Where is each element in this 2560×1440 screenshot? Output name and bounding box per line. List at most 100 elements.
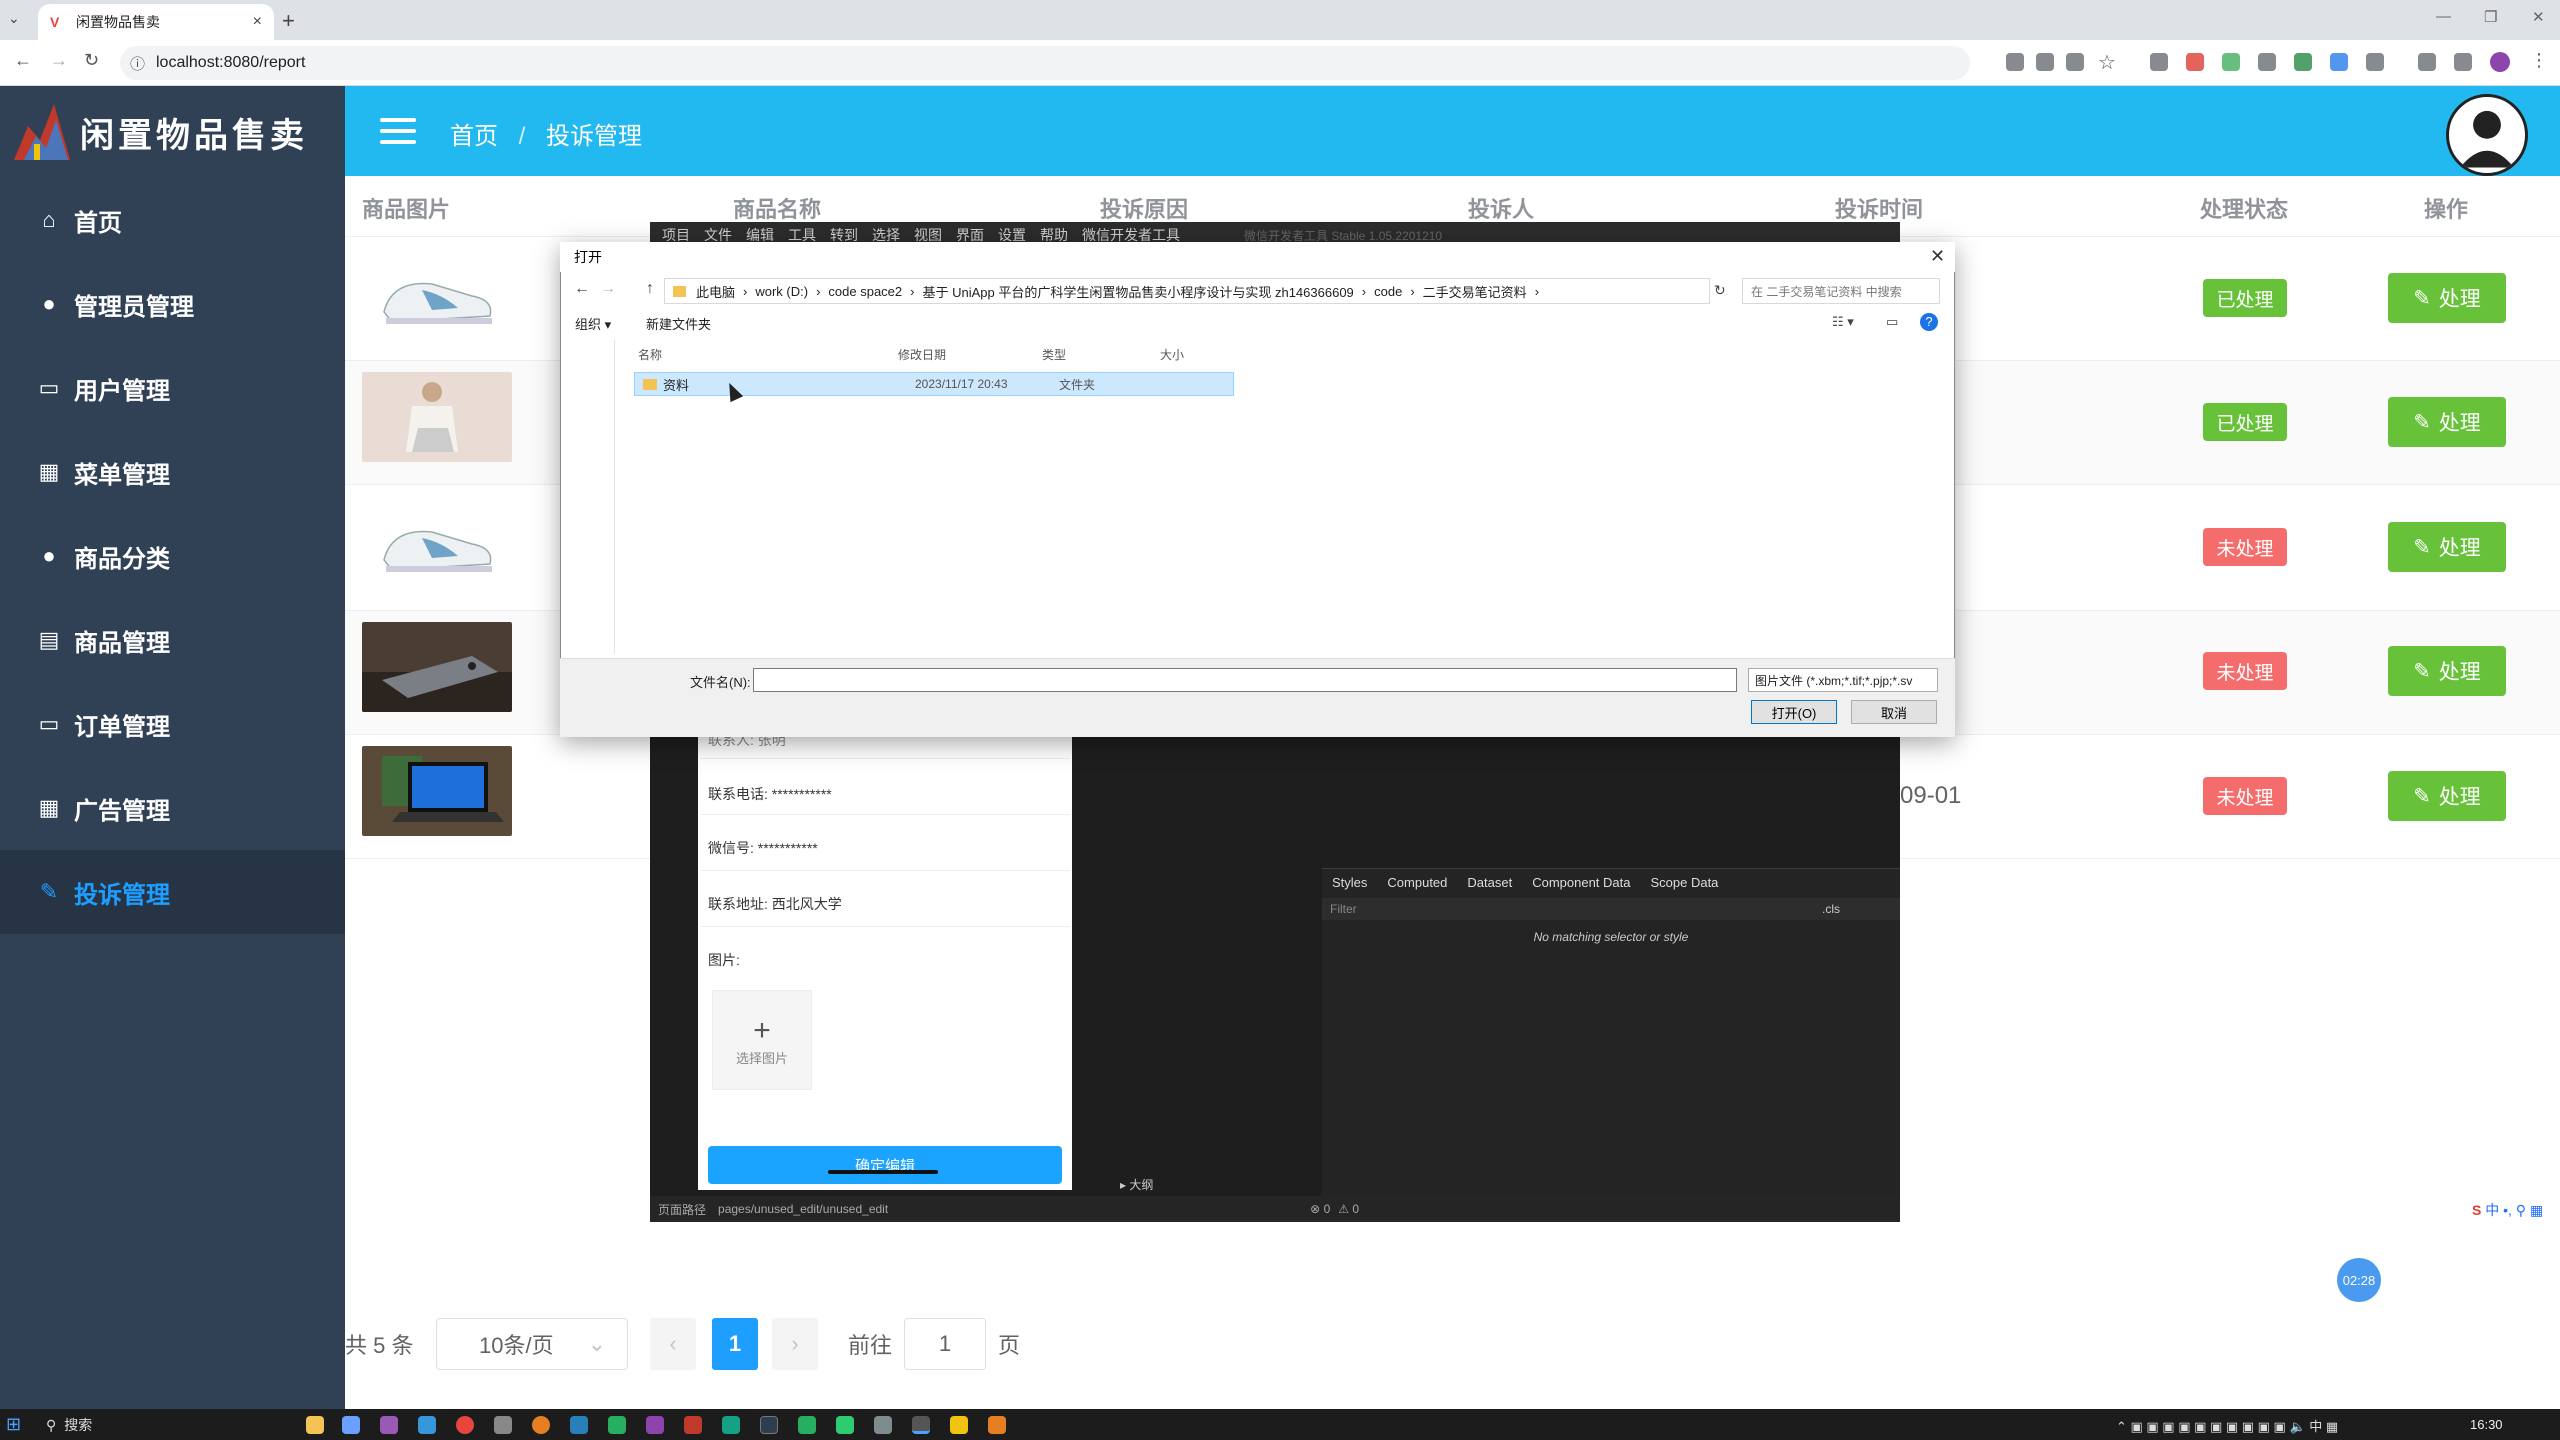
- tab-computed[interactable]: Computed: [1387, 875, 1447, 890]
- tab-styles[interactable]: Styles: [1332, 875, 1367, 890]
- help-icon[interactable]: ?: [1920, 313, 1938, 331]
- path-segment[interactable]: 基于 UniApp 平台的广科学生闲置物品售卖小程序设计与实现 zh146366…: [923, 282, 1354, 301]
- browser-menu-icon[interactable]: ⋮: [2530, 50, 2548, 71]
- cls-toggle[interactable]: .cls: [1822, 902, 1840, 916]
- col-header-name[interactable]: 名称: [638, 346, 662, 363]
- sidebar-item-categories[interactable]: ● 商品分类: [0, 514, 345, 598]
- app-icon[interactable]: [494, 1416, 512, 1434]
- page-number-current[interactable]: 1: [712, 1318, 758, 1370]
- pick-image-button[interactable]: + 选择图片: [712, 990, 812, 1090]
- sidebar-item-home[interactable]: ⌂ 首页: [0, 178, 345, 262]
- address-bar[interactable]: localhost:8080/report: [120, 46, 1970, 80]
- site-info-icon[interactable]: ⓘ: [130, 53, 145, 74]
- page-size-select[interactable]: 10条/页 ⌄: [436, 1318, 628, 1370]
- dialog-close-icon[interactable]: ✕: [1930, 246, 1945, 267]
- back-icon[interactable]: ←: [14, 50, 32, 71]
- app-icon[interactable]: [342, 1416, 360, 1434]
- translate-icon[interactable]: [2036, 53, 2054, 71]
- dialog-search-input[interactable]: 在 二手交易笔记资料 中搜索: [1742, 278, 1940, 304]
- styles-filter-input[interactable]: Filter .cls: [1322, 898, 1900, 920]
- open-button[interactable]: 打开(O): [1751, 700, 1837, 724]
- extension-icon[interactable]: [2186, 53, 2204, 71]
- handle-button[interactable]: ✎ 处理: [2388, 771, 2506, 821]
- path-segment[interactable]: 此电脑: [696, 282, 735, 301]
- app-icon[interactable]: [798, 1416, 816, 1434]
- app-icon[interactable]: [836, 1416, 854, 1434]
- extension-icon[interactable]: [2258, 53, 2276, 71]
- file-explorer-icon[interactable]: [306, 1416, 324, 1434]
- app-icon[interactable]: [874, 1416, 892, 1434]
- system-tray[interactable]: ⌃ ▣ ▣ ▣ ▣ ▣ ▣ ▣ ▣ ▣ ▣ 🔈 中 ▦: [2116, 1416, 2338, 1435]
- refresh-icon[interactable]: ↻: [1714, 282, 1726, 299]
- window-close-icon[interactable]: ✕: [2532, 8, 2545, 26]
- app-icon[interactable]: [760, 1416, 778, 1434]
- app-icon[interactable]: [380, 1416, 398, 1434]
- zoom-icon[interactable]: [2066, 53, 2084, 71]
- handle-button[interactable]: ✎ 处理: [2388, 646, 2506, 696]
- forward-icon[interactable]: →: [600, 280, 616, 298]
- sidebar-item-products[interactable]: ▤ 商品管理: [0, 598, 345, 682]
- up-icon[interactable]: ↑: [646, 280, 654, 298]
- path-segment[interactable]: code space2: [828, 284, 902, 299]
- app-icon[interactable]: [570, 1416, 588, 1434]
- path-segment[interactable]: 二手交易笔记资料: [1423, 282, 1527, 301]
- password-icon[interactable]: [2006, 53, 2024, 71]
- sidebar-item-ads[interactable]: ▦ 广告管理: [0, 766, 345, 850]
- view-options-icon[interactable]: ☷ ▾: [1832, 314, 1854, 330]
- timer-badge[interactable]: 02:28: [2337, 1258, 2381, 1302]
- ime-toolbar[interactable]: S 中 •, ⚲ ▦: [2472, 1200, 2543, 1220]
- tab-close-icon[interactable]: ×: [253, 13, 262, 31]
- app-icon[interactable]: [722, 1416, 740, 1434]
- app-icon[interactable]: [950, 1416, 968, 1434]
- back-icon[interactable]: ←: [574, 280, 590, 298]
- dialog-address-bar[interactable]: 此电脑 › work (D:) › code space2 › 基于 UniApp 平…: [664, 278, 1710, 304]
- app-icon[interactable]: [646, 1416, 664, 1434]
- download-icon[interactable]: [2418, 53, 2436, 71]
- path-segment[interactable]: code: [1374, 284, 1402, 299]
- filetype-select[interactable]: 图片文件 (*.xbm;*.tif;*.pjp;*.sv: [1748, 668, 1938, 692]
- col-header-size[interactable]: 大小: [1160, 346, 1184, 363]
- extension-icon[interactable]: [2294, 53, 2312, 71]
- app-icon[interactable]: [684, 1416, 702, 1434]
- clock[interactable]: 16:30: [2470, 1417, 2503, 1432]
- new-folder-button[interactable]: 新建文件夹: [646, 314, 711, 333]
- goto-page-input[interactable]: 1: [904, 1318, 986, 1370]
- handle-button[interactable]: ✎ 处理: [2388, 273, 2506, 323]
- handle-button[interactable]: ✎ 处理: [2388, 397, 2506, 447]
- reload-icon[interactable]: ↻: [84, 50, 99, 71]
- browser-tab[interactable]: V 闲置物品售卖 ×: [38, 4, 274, 40]
- sidebar-item-users[interactable]: ▭ 用户管理: [0, 346, 345, 430]
- extension-icon[interactable]: [2150, 53, 2168, 71]
- app-icon[interactable]: [912, 1416, 930, 1434]
- col-header-date[interactable]: 修改日期: [898, 346, 946, 363]
- path-segment[interactable]: work (D:): [755, 284, 808, 299]
- prev-page-button[interactable]: ‹: [650, 1318, 696, 1370]
- app-icon[interactable]: [988, 1416, 1006, 1434]
- confirm-edit-button[interactable]: 确定编辑: [708, 1146, 1062, 1184]
- restore-icon[interactable]: ❐: [2484, 8, 2497, 26]
- next-page-button[interactable]: ›: [772, 1318, 818, 1370]
- firefox-icon[interactable]: [532, 1416, 550, 1434]
- extensions-puzzle-icon[interactable]: [2366, 53, 2384, 71]
- cancel-button[interactable]: 取消: [1851, 700, 1937, 724]
- breadcrumb-home[interactable]: 首页: [450, 123, 498, 150]
- extension-icon[interactable]: [2222, 53, 2240, 71]
- tab-dataset[interactable]: Dataset: [1467, 875, 1512, 890]
- side-panel-icon[interactable]: [2454, 53, 2472, 71]
- forward-icon[interactable]: →: [50, 50, 68, 71]
- app-icon[interactable]: [418, 1416, 436, 1434]
- sidebar-item-complaints[interactable]: ✎ 投诉管理: [0, 850, 345, 934]
- start-icon[interactable]: ⊞: [6, 1414, 21, 1435]
- minimize-icon[interactable]: —: [2436, 8, 2451, 25]
- outline-label[interactable]: ▸ 大纲: [1120, 1176, 1153, 1193]
- taskbar-search[interactable]: ⚲ 搜索: [36, 1412, 244, 1438]
- handle-button[interactable]: ✎ 处理: [2388, 522, 2506, 572]
- tab-scope-data[interactable]: Scope Data: [1650, 875, 1718, 890]
- sidebar-item-admin[interactable]: ● 管理员管理: [0, 262, 345, 346]
- profile-avatar[interactable]: [2490, 52, 2510, 72]
- wechat-icon[interactable]: [608, 1416, 626, 1434]
- tab-search-icon[interactable]: ⌄: [8, 10, 20, 27]
- chrome-icon[interactable]: [456, 1416, 474, 1434]
- navigation-pane[interactable]: [585, 340, 615, 654]
- new-tab-icon[interactable]: +: [282, 8, 295, 34]
